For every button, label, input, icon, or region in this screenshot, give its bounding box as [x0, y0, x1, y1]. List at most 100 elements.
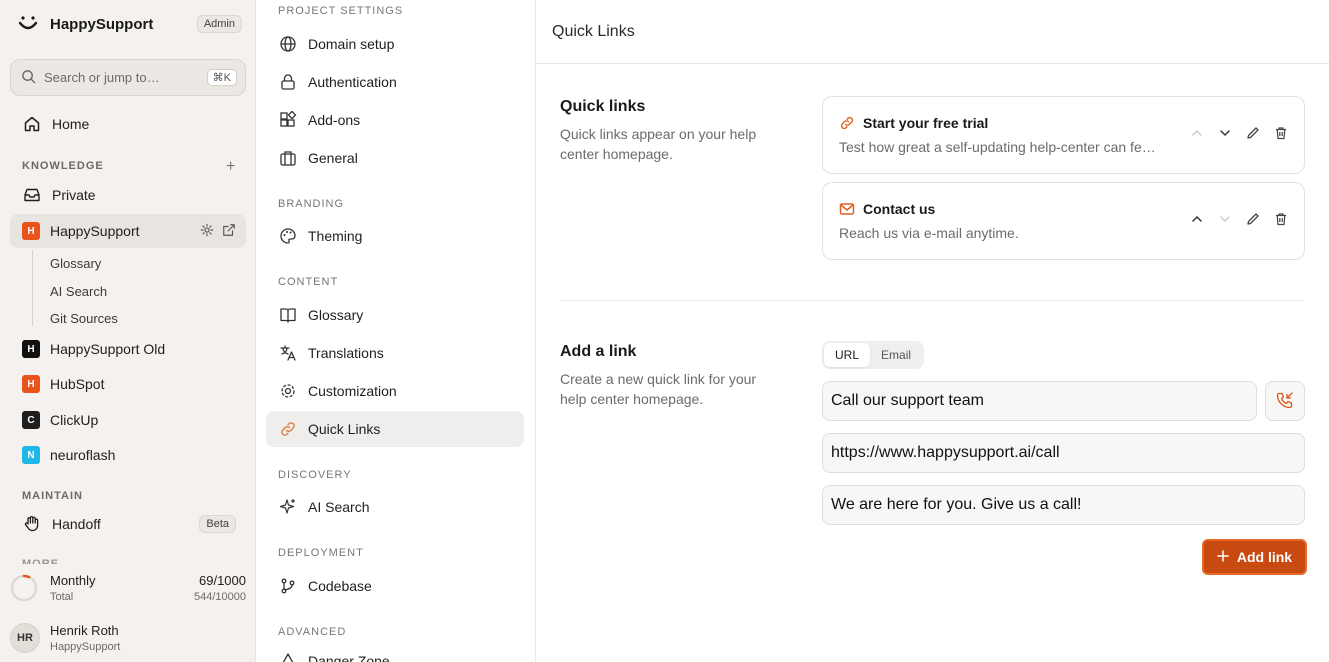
settings-item-label: AI Search [308, 499, 370, 515]
link-icon [839, 115, 855, 131]
link-description-input[interactable] [831, 496, 1304, 514]
usage-ring-icon [10, 574, 38, 602]
space-happysupport[interactable]: H HappySupport [10, 214, 246, 248]
settings-item-quick-links[interactable]: Quick Links [266, 411, 524, 447]
group-label-advanced: ADVANCED [278, 626, 347, 638]
link-icon [278, 419, 298, 439]
link-url-field[interactable] [822, 433, 1305, 473]
pencil-icon[interactable] [1246, 211, 1260, 227]
tab-email[interactable]: Email [870, 343, 922, 367]
sub-item-ai-search[interactable]: AI Search [50, 284, 107, 299]
beta-badge: Beta [199, 515, 236, 533]
maintain-section-label: MAINTAIN [22, 490, 83, 502]
link-url-input[interactable] [831, 444, 1304, 462]
nav-private[interactable]: Private [10, 178, 246, 212]
palette-icon [278, 226, 298, 246]
quick-link-title: Start your free trial [863, 115, 989, 131]
settings-item-label: Add-ons [308, 112, 361, 128]
group-label-discovery: DISCOVERY [278, 469, 352, 481]
settings-gear-icon[interactable] [200, 223, 214, 240]
git-branch-icon [278, 576, 298, 596]
sub-item-glossary[interactable]: Glossary [50, 256, 101, 271]
tree-line [32, 250, 33, 326]
nav-home-label: Home [52, 116, 90, 132]
phone-incoming-icon [1276, 391, 1294, 412]
settings-item-add-ons[interactable]: Add-ons [266, 102, 524, 138]
space-badge: H [22, 375, 40, 393]
tab-url[interactable]: URL [824, 343, 871, 367]
hand-icon [22, 514, 42, 534]
space-neuroflash[interactable]: N neuroflash [10, 438, 246, 472]
quick-link-card[interactable]: Contact us Reach us via e-mail anytime. [822, 182, 1305, 260]
nav-home[interactable]: Home [10, 107, 246, 141]
settings-item-codebase[interactable]: Codebase [266, 568, 524, 604]
group-label-content: CONTENT [278, 276, 339, 288]
brand[interactable]: HappySupport Admin [16, 12, 242, 36]
settings-item-label: Theming [308, 228, 363, 244]
more-section-label: MORE [22, 558, 59, 564]
cog-icon [278, 381, 298, 401]
space-clickup[interactable]: C ClickUp [10, 403, 246, 437]
smile-logo-icon [16, 12, 40, 36]
space-badge: N [22, 446, 40, 464]
space-badge: C [22, 411, 40, 429]
user-profile[interactable]: HR Henrik Roth HappySupport [10, 618, 246, 658]
settings-item-danger-zone[interactable]: Danger Zone [266, 643, 524, 662]
quick-links-description: Quick links appear on your help center h… [560, 126, 757, 162]
plus-icon [1217, 549, 1229, 565]
space-name: neuroflash [50, 447, 116, 463]
chevron-up-icon[interactable] [1190, 211, 1204, 227]
settings-item-customization[interactable]: Customization [266, 373, 524, 409]
globe-icon [278, 34, 298, 54]
link-title-input[interactable] [831, 392, 1256, 410]
lock-icon [278, 72, 298, 92]
pencil-icon[interactable] [1246, 125, 1260, 141]
settings-item-theming[interactable]: Theming [266, 218, 524, 254]
usage-summary[interactable]: Monthly Total 69/1000 544/10000 [10, 568, 246, 608]
page-title: Quick Links [536, 0, 1329, 64]
search-shortcut: ⌘K [206, 69, 237, 86]
quick-link-title: Contact us [863, 201, 936, 217]
settings-item-authentication[interactable]: Authentication [266, 64, 524, 100]
settings-item-ai-search[interactable]: AI Search [266, 489, 524, 525]
space-name: ClickUp [50, 412, 99, 428]
settings-item-general[interactable]: General [266, 140, 524, 176]
chevron-down-icon[interactable] [1218, 125, 1232, 141]
space-happysupport-old[interactable]: H HappySupport Old [10, 332, 246, 366]
brand-name: HappySupport [50, 15, 154, 33]
search-placeholder: Search or jump to… [44, 70, 160, 85]
settings-item-label: Translations [308, 345, 384, 361]
link-description-field[interactable] [822, 485, 1305, 525]
settings-item-glossary[interactable]: Glossary [266, 297, 524, 333]
chevron-down-icon [1218, 211, 1232, 227]
trash-icon[interactable] [1274, 211, 1288, 227]
inbox-icon [22, 185, 42, 205]
add-link-title: Add a link [560, 343, 637, 360]
main-content: Quick Links Quick links Quick links appe… [536, 0, 1329, 662]
link-type-toggle: URL Email [822, 341, 925, 369]
space-hubspot[interactable]: H HubSpot [10, 367, 246, 401]
quick-links-title: Quick links [560, 98, 646, 115]
settings-nav: PROJECT SETTINGS Domain setup Authentica… [256, 0, 536, 662]
external-link-icon[interactable] [222, 223, 236, 240]
space-badge: H [22, 222, 40, 240]
sub-item-git-sources[interactable]: Git Sources [50, 311, 118, 326]
book-icon [278, 305, 298, 325]
add-space-icon[interactable]: + [226, 158, 235, 176]
quick-link-card[interactable]: Start your free trial Test how great a s… [822, 96, 1305, 174]
search-icon [21, 69, 36, 87]
icon-picker-button[interactable] [1265, 381, 1305, 421]
nav-handoff[interactable]: Handoff Beta [10, 507, 246, 541]
link-title-field[interactable] [822, 381, 1257, 421]
warning-icon [278, 651, 298, 662]
search-bar[interactable]: Search or jump to… ⌘K [10, 59, 246, 96]
settings-item-label: Customization [308, 383, 397, 399]
add-link-button-label: Add link [1236, 549, 1293, 565]
add-link-button[interactable]: Add link [1202, 539, 1307, 575]
settings-item-domain-setup[interactable]: Domain setup [266, 26, 524, 62]
settings-item-label: General [308, 150, 358, 166]
translate-icon [278, 343, 298, 363]
trash-icon[interactable] [1274, 125, 1288, 141]
knowledge-section-label: KNOWLEDGE [22, 160, 104, 172]
settings-item-translations[interactable]: Translations [266, 335, 524, 371]
